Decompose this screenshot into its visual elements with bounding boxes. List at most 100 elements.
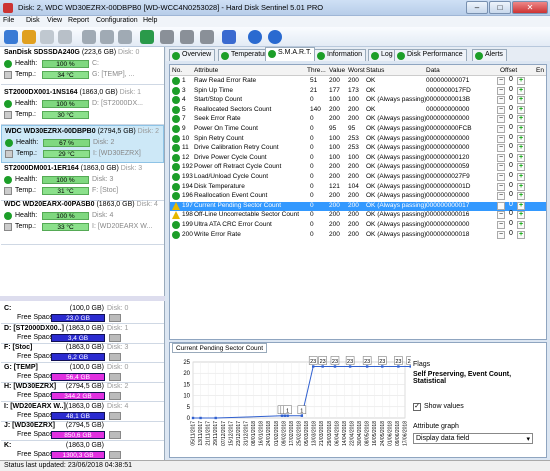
decrement-icon[interactable]: − (497, 182, 505, 191)
decrement-icon[interactable]: − (497, 211, 505, 220)
table-row[interactable]: 10 Spin Retry Count 0 100 253 OK (Always… (170, 134, 546, 144)
refresh-icon[interactable] (4, 30, 18, 44)
tools-icon[interactable] (82, 30, 96, 44)
tab-log[interactable]: Log (368, 49, 397, 61)
volume-item[interactable]: F: [Stoc] (1863,0 GB) Disk: 3 Free Space… (1, 342, 164, 363)
increment-icon[interactable]: + (517, 201, 525, 210)
benchmark-icon[interactable] (118, 30, 132, 44)
decrement-icon[interactable]: − (497, 192, 505, 201)
table-row[interactable]: 196 Reallocation Event Count 0 200 200 O… (170, 191, 546, 201)
col-status[interactable]: Status (366, 67, 384, 74)
table-row[interactable]: 12 Drive Power Cycle Count 0 100 100 OK … (170, 153, 546, 163)
tab-s-m-a-r-t[interactable]: S.M.A.R.T. (265, 47, 316, 61)
increment-icon[interactable]: + (517, 163, 525, 172)
increment-icon[interactable]: + (517, 221, 525, 229)
table-row[interactable]: 1 Raw Read Error Rate 51 200 200 OK 0000… (170, 76, 546, 86)
decrement-icon[interactable]: − (497, 105, 505, 114)
tab-disk-performance[interactable]: Disk Performance (394, 49, 467, 61)
table-row[interactable]: 7 Seek Error Rate 0 200 200 OK (Always p… (170, 114, 546, 124)
increment-icon[interactable]: + (517, 105, 525, 114)
col-threshold[interactable]: Thre... (307, 67, 326, 74)
disk-item[interactable]: WDC WD20EARX-00PASB0 (1863,0 GB) Disk: 4… (1, 199, 164, 245)
table-row[interactable]: 11 Drive Calibration Retry Count 0 100 2… (170, 143, 546, 153)
volume-item[interactable]: J: [WD30EZRX] (2794,5 GB) Free Space 850… (1, 420, 164, 441)
table-row[interactable]: 193 Load/Unload Cycle Count 0 200 200 OK… (170, 172, 546, 182)
chart-tab[interactable]: Current Pending Sector Count (172, 343, 268, 353)
volume-item[interactable]: C: (100,0 GB) Disk: 0 Free Space 23,0 GB (1, 303, 164, 324)
col-no[interactable]: No. (172, 67, 182, 74)
volume-item[interactable]: K: (1863,0 GB) Free Space 1300,3 GB (1, 440, 164, 461)
info-icon[interactable] (268, 30, 282, 44)
decrement-icon[interactable]: − (497, 144, 505, 153)
menu-report[interactable]: Report (68, 17, 89, 24)
increment-icon[interactable]: + (517, 192, 525, 201)
menu-configuration[interactable]: Configuration (96, 17, 138, 24)
attribute-graph-select[interactable]: Display data field ▾ (413, 433, 533, 444)
table-row[interactable]: 5 Reallocated Sectors Count 140 200 200 … (170, 105, 546, 115)
increment-icon[interactable]: + (517, 134, 525, 143)
col-enable[interactable]: En (536, 67, 544, 74)
decrement-icon[interactable]: − (497, 134, 505, 143)
table-row[interactable]: 4 Start/Stop Count 0 100 100 OK (Always … (170, 95, 546, 105)
increment-icon[interactable]: + (517, 230, 525, 239)
report-icon[interactable] (160, 30, 174, 44)
increment-icon[interactable]: + (517, 125, 525, 133)
menu-view[interactable]: View (47, 17, 62, 24)
disk-item[interactable]: ST2000DX001-1NS164 (1863,0 GB) Disk: 1 H… (1, 87, 164, 125)
decrement-icon[interactable]: − (497, 125, 505, 133)
table-row[interactable]: 194 Disk Temperature 0 121 104 OK (Alway… (170, 182, 546, 192)
settings-icon[interactable] (222, 30, 236, 44)
table-row[interactable]: 199 Ultra ATA CRC Error Count 0 200 200 … (170, 220, 546, 230)
increment-icon[interactable]: + (517, 86, 525, 95)
globe-icon[interactable] (140, 30, 154, 44)
table-row[interactable]: 198 Off-Line Uncorrectable Sector Count … (170, 210, 546, 220)
close-button[interactable]: ✕ (512, 1, 548, 14)
menu-file[interactable]: File (3, 17, 14, 24)
tab-information[interactable]: Information (314, 49, 367, 61)
decrement-icon[interactable]: − (497, 86, 505, 95)
help-icon[interactable] (248, 30, 262, 44)
decrement-icon[interactable]: − (497, 153, 505, 162)
table-row[interactable]: 197 Current Pending Sector Count 0 200 2… (170, 201, 546, 211)
table-row[interactable]: 3 Spin Up Time 21 177 173 OK 0000000017F… (170, 86, 546, 96)
decrement-icon[interactable]: − (497, 77, 505, 85)
disk-item[interactable]: ST2000DM001-1ER164 (1863,0 GB) Disk: 3 H… (1, 163, 164, 201)
table-row[interactable]: 192 Power off Retract Cycle Count 0 200 … (170, 162, 546, 172)
decrement-icon[interactable]: − (497, 221, 505, 229)
maximize-button[interactable]: □ (489, 1, 511, 14)
table-row[interactable]: 200 Write Error Rate 0 200 200 OK (Alway… (170, 230, 546, 240)
disk-item[interactable]: WDC WD30EZRX-00DBPB0 (2794,5 GB) Disk: 2… (1, 125, 164, 163)
col-offset[interactable]: Offset (500, 67, 517, 74)
send-icon[interactable] (180, 30, 194, 44)
menu-help[interactable]: Help (143, 17, 157, 24)
disk-item[interactable]: SanDisk SDSSDA240G (223,6 GB) Disk: 0 He… (1, 47, 164, 85)
surface-icon[interactable] (100, 30, 114, 44)
print-icon[interactable] (200, 30, 214, 44)
col-worst[interactable]: Worst (348, 67, 365, 74)
increment-icon[interactable]: + (517, 96, 525, 105)
increment-icon[interactable]: + (517, 77, 525, 85)
increment-icon[interactable]: + (517, 182, 525, 191)
increment-icon[interactable]: + (517, 153, 525, 162)
decrement-icon[interactable]: − (497, 230, 505, 239)
alert-icon[interactable] (22, 30, 36, 44)
table-row[interactable]: 9 Power On Time Count 0 95 95 OK (Always… (170, 124, 546, 134)
menu-disk[interactable]: Disk (26, 17, 40, 24)
test-icon[interactable] (58, 30, 72, 44)
decrement-icon[interactable]: − (497, 115, 505, 124)
volume-item[interactable]: I: [WD20EARX W..] (1863,0 GB) Disk: 4 Fr… (1, 401, 164, 422)
decrement-icon[interactable]: − (497, 201, 505, 210)
col-value[interactable]: Value (329, 67, 345, 74)
volume-item[interactable]: H: [WD30EZRX] (2794,5 GB) Disk: 2 Free S… (1, 381, 164, 402)
col-data[interactable]: Data (426, 67, 440, 74)
volume-item[interactable]: G: [TEMP] (100,0 GB) Disk: 0 Free Space … (1, 362, 164, 383)
increment-icon[interactable]: + (517, 144, 525, 153)
tab-alerts[interactable]: Alerts (472, 49, 507, 61)
col-attribute[interactable]: Attribute (194, 67, 218, 74)
decrement-icon[interactable]: − (497, 173, 505, 181)
volume-item[interactable]: D: [ST2000DX00..] (1863,0 GB) Disk: 1 Fr… (1, 323, 164, 344)
disk-icon[interactable] (40, 30, 54, 44)
increment-icon[interactable]: + (517, 173, 525, 181)
show-values-checkbox[interactable]: ✓ (413, 403, 421, 411)
increment-icon[interactable]: + (517, 115, 525, 124)
